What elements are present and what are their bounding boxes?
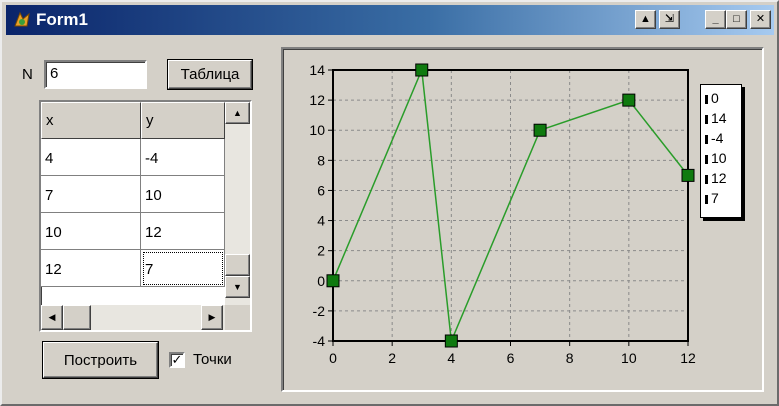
- horizontal-scrollbar[interactable]: ◀ ▶: [41, 305, 225, 330]
- x-tick-label: 10: [621, 350, 637, 366]
- legend-swatch-icon: [705, 134, 708, 144]
- y-tick-label: 4: [317, 213, 325, 229]
- data-point: [622, 93, 636, 107]
- window-title: Form1: [36, 10, 88, 29]
- build-button[interactable]: Построить: [43, 342, 158, 378]
- scroll-thumb-v[interactable]: [225, 254, 250, 276]
- grid-header-y[interactable]: y: [141, 102, 225, 139]
- minimize-button[interactable]: _: [705, 10, 726, 29]
- n-label: N: [22, 66, 33, 83]
- y-tick-label: 14: [309, 62, 325, 78]
- x-tick-label: 8: [566, 350, 574, 366]
- y-tick-label: 0: [317, 273, 325, 289]
- legend-item: -4: [705, 129, 723, 147]
- maximize-button[interactable]: □: [726, 10, 747, 29]
- legend-item: 7: [705, 189, 719, 207]
- points-checkbox[interactable]: ✓: [169, 352, 185, 368]
- grid-cell-y[interactable]: -4: [141, 139, 225, 176]
- y-tick-label: 6: [317, 182, 325, 198]
- grid-cell-x[interactable]: 4: [41, 139, 141, 176]
- move-up-icon[interactable]: ▲: [635, 10, 656, 29]
- legend-swatch-icon: [705, 94, 708, 104]
- y-tick-label: 12: [309, 92, 325, 108]
- legend-swatch-icon: [705, 154, 708, 164]
- legend-item: 10: [705, 149, 727, 167]
- grid-cell-y-selected[interactable]: 7: [141, 250, 225, 287]
- data-point: [681, 168, 695, 182]
- scroll-up-icon[interactable]: ▲: [225, 102, 250, 124]
- legend-swatch-icon: [705, 194, 708, 204]
- scroll-thumb-h[interactable]: [63, 305, 91, 330]
- grid-cell-y[interactable]: 10: [141, 176, 225, 213]
- y-tick-label: 8: [317, 152, 325, 168]
- scroll-corner: [225, 305, 250, 330]
- grid-cell-x[interactable]: 10: [41, 213, 141, 250]
- grid-cell-x[interactable]: 7: [41, 176, 141, 213]
- x-tick-label: 4: [447, 350, 455, 366]
- scroll-down-icon[interactable]: ▼: [225, 276, 250, 298]
- x-tick-label: 2: [388, 350, 396, 366]
- data-point: [415, 63, 429, 77]
- data-point: [533, 123, 547, 137]
- vertical-scrollbar[interactable]: ▲ ▼: [225, 102, 250, 305]
- check-mark-icon: ✓: [171, 352, 183, 367]
- line-chart: 14121086420-2-40 2 4 6 8 10 12: [309, 62, 696, 366]
- y-tick-label: 10: [309, 122, 325, 138]
- y-tick-label: -2: [313, 303, 326, 319]
- data-point: [444, 334, 458, 348]
- data-grid[interactable]: x y 4 -4 7 10 10 12 12 7 ▲ ▼ ◀ ▶: [39, 100, 252, 332]
- table-button[interactable]: Таблица: [168, 60, 252, 89]
- app-icon: [14, 11, 30, 27]
- chart-legend: 0 14 -4 10 12 7: [700, 84, 742, 218]
- scroll-left-icon[interactable]: ◀: [41, 305, 63, 330]
- chart-panel: 14 12 10 8 6 4 2 0 -2 -4 0 2 4 6 8 10 12: [281, 47, 764, 392]
- grid-header-x[interactable]: x: [41, 102, 141, 139]
- x-tick-label: 12: [680, 350, 696, 366]
- x-tick-label: 0: [329, 350, 337, 366]
- legend-swatch-icon: [705, 174, 708, 184]
- grid-cell-y[interactable]: 12: [141, 213, 225, 250]
- n-input[interactable]: 6: [44, 60, 147, 89]
- x-tick-label: 6: [507, 350, 515, 366]
- legend-item: 0: [705, 89, 719, 107]
- legend-swatch-icon: [705, 114, 708, 124]
- form1-window: Form1 ▲ ⇲ _ □ ✕ N 6 Таблица x y 4 -4 7 1…: [0, 0, 779, 406]
- y-tick-label: 2: [317, 243, 325, 259]
- legend-item: 12: [705, 169, 727, 187]
- legend-item: 14: [705, 109, 727, 127]
- grid-cell-x[interactable]: 12: [41, 250, 141, 287]
- data-point: [326, 274, 340, 288]
- y-tick-label: -4: [313, 333, 326, 349]
- points-label[interactable]: Точки: [193, 351, 232, 368]
- title-bar[interactable]: Form1 ▲ ⇲ _ □ ✕: [6, 5, 774, 35]
- pin-icon[interactable]: ⇲: [659, 10, 680, 29]
- close-button[interactable]: ✕: [750, 10, 771, 29]
- scroll-right-icon[interactable]: ▶: [201, 305, 223, 330]
